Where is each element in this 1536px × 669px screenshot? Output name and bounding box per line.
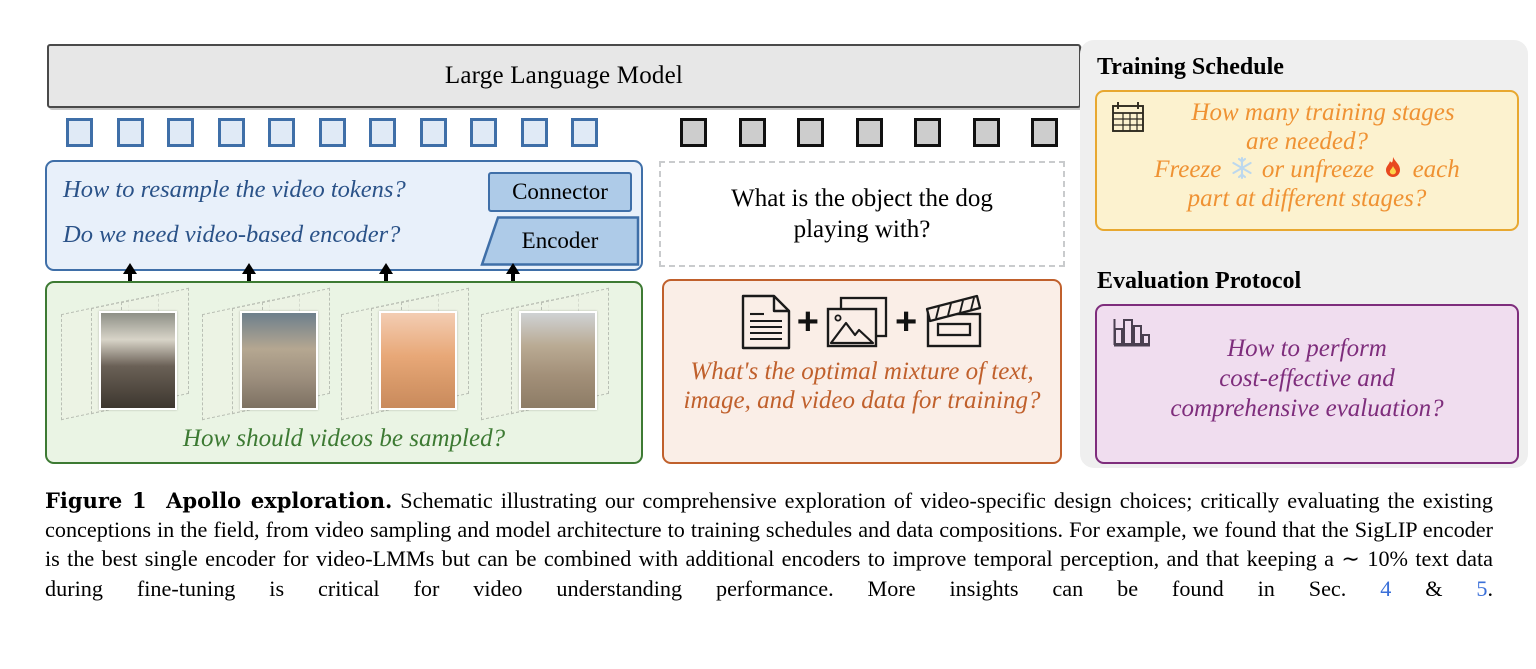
ep-line-2: cost-effective and: [1219, 365, 1395, 392]
user-question-text: What is the object the dog playing with?: [731, 184, 993, 244]
video-frame-thumbnail: [240, 311, 318, 410]
model-architecture-panel: How to resample the video tokens? Do we …: [45, 160, 643, 271]
evaluation-protocol-title: Evaluation Protocol: [1097, 268, 1302, 294]
video-token: [116, 118, 144, 147]
video-token: [217, 118, 245, 147]
encoder-question: Do we need video-based encoder?: [63, 221, 401, 248]
caption-period: .: [1487, 575, 1493, 601]
video-token: [318, 118, 346, 147]
video-frame-thumbnail: [379, 311, 457, 410]
ep-line-1: How to perform: [1227, 335, 1387, 362]
video-token: [470, 118, 497, 147]
ts-line-1: How many training stages: [1191, 99, 1455, 126]
video-token-row: [66, 118, 598, 147]
video-token: [369, 118, 396, 147]
data-mixture-panel: + + What's the optimal mixture of text, …: [662, 279, 1062, 464]
encoder-label: Encoder: [521, 228, 599, 253]
video-frame-thumbnail: [99, 311, 177, 410]
training-schedule-text: How many training stages are needed? Fre…: [1105, 99, 1509, 213]
video-frame-stack: [61, 287, 211, 421]
llm-label: Large Language Model: [444, 62, 684, 89]
ts-line-4: part at different stages?: [1187, 184, 1427, 212]
text-token: [738, 118, 766, 147]
figure-caption: Figure 1 Apollo exploration. Schematic i…: [45, 486, 1493, 603]
video-sampling-panel: How should videos be sampled?: [45, 281, 643, 464]
caption-ref-4: 4: [1380, 575, 1392, 601]
training-schedule-title: Training Schedule: [1097, 54, 1284, 80]
document-icon: [741, 294, 790, 350]
ep-line-3: comprehensive evaluation?: [1170, 395, 1444, 422]
ts-line-3b: or unfreeze: [1261, 156, 1375, 183]
connector-block: Connector: [488, 172, 632, 212]
ts-line-3a: Freeze: [1154, 156, 1222, 183]
clapperboard-icon: [926, 294, 982, 348]
video-frame-thumbnail: [519, 311, 597, 410]
encoder-block: Encoder: [480, 216, 640, 266]
text-token: [680, 118, 707, 147]
video-frame-stack: [341, 287, 491, 421]
text-token: [1031, 118, 1058, 147]
images-icon: [826, 296, 888, 348]
data-type-icons: + +: [664, 292, 1060, 352]
video-frame-stack: [202, 287, 352, 421]
evaluation-protocol-box: How to perform cost-effective and compre…: [1095, 304, 1519, 464]
video-sampling-caption: How should videos be sampled?: [182, 425, 506, 452]
caption-bold-title: Apollo exploration.: [166, 488, 393, 513]
training-schedule-box: How many training stages are needed? Fre…: [1095, 90, 1519, 231]
large-language-model-block: Large Language Model: [47, 44, 1081, 108]
text-token: [914, 118, 941, 147]
caption-ref-5: 5: [1476, 575, 1488, 601]
text-token: [855, 118, 883, 147]
plus-symbol-2: +: [895, 301, 918, 343]
figure-page: Large Language Model How to resample the…: [0, 0, 1536, 669]
video-token: [167, 118, 194, 147]
text-token: [797, 118, 824, 147]
video-token: [268, 118, 295, 147]
text-token-row: [680, 118, 1058, 147]
ts-line-3c: each: [1412, 156, 1460, 183]
video-token: [520, 118, 548, 147]
video-token: [66, 118, 93, 147]
video-token: [571, 118, 598, 147]
plus-symbol-1: +: [796, 301, 819, 343]
video-frame-stack: [481, 287, 631, 421]
snowflake-icon: [1231, 156, 1252, 180]
video-token: [419, 118, 447, 147]
text-token: [972, 118, 1000, 147]
ts-line-2: are needed?: [1246, 127, 1368, 155]
evaluation-protocol-text: How to perform cost-effective and compre…: [1105, 334, 1509, 424]
user-question-box: What is the object the dog playing with?: [659, 161, 1065, 267]
fire-icon: [1386, 157, 1401, 177]
data-mixture-caption: What's the optimal mixture of text, imag…: [683, 358, 1041, 414]
caption-label: Figure 1: [45, 488, 147, 513]
resample-question: How to resample the video tokens?: [63, 176, 406, 203]
caption-amp: &: [1425, 575, 1443, 601]
